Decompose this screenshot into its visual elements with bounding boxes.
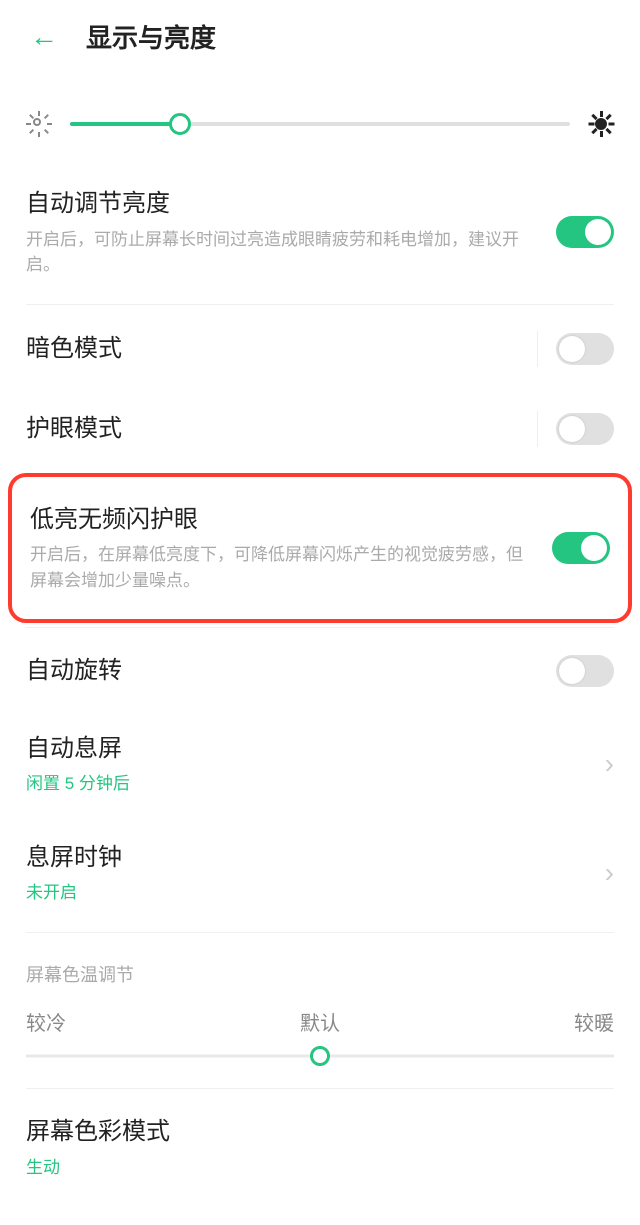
- temp-label-warm: 较暖: [574, 1007, 614, 1036]
- divider: [26, 627, 614, 628]
- back-arrow-icon[interactable]: ←: [30, 23, 58, 51]
- row-title: 屏幕色彩模式: [26, 1115, 614, 1149]
- page-title: 显示与亮度: [86, 18, 216, 55]
- row-auto-lock[interactable]: 自动息屏 闲置 5 分钟后 ›: [0, 710, 640, 819]
- color-temp-slider-wrap: 较冷 默认 较暖: [0, 997, 640, 1084]
- chevron-right-icon: ›: [605, 859, 614, 887]
- brightness-high-icon: [588, 111, 614, 137]
- section-color-temp: 屏幕色温调节: [0, 937, 640, 997]
- brightness-low-icon: [26, 111, 52, 137]
- row-dark-mode[interactable]: 暗色模式: [0, 309, 640, 389]
- row-title: 低亮无频闪护眼: [30, 503, 534, 537]
- divider: [26, 932, 614, 933]
- brightness-slider-row: [0, 73, 640, 165]
- row-title: 息屏时钟: [26, 841, 587, 875]
- brightness-slider[interactable]: [70, 112, 570, 136]
- divider: [26, 1088, 614, 1089]
- row-color-mode[interactable]: 屏幕色彩模式 生动: [0, 1093, 640, 1202]
- row-subtitle: 未开启: [26, 880, 587, 906]
- divider: [26, 304, 614, 305]
- row-subtitle: 闲置 5 分钟后: [26, 771, 587, 797]
- row-title: 自动旋转: [26, 654, 538, 688]
- row-subtitle: 开启后，在屏幕低亮度下，可降低屏幕闪烁产生的视觉疲劳感，但屏幕会增加少量噪点。: [30, 542, 534, 593]
- row-eye-care[interactable]: 护眼模式: [0, 389, 640, 469]
- row-title: 护眼模式: [26, 412, 519, 446]
- row-aod-clock[interactable]: 息屏时钟 未开启 ›: [0, 819, 640, 928]
- row-auto-brightness: 自动调节亮度 开启后，可防止屏幕长时间过亮造成眼睛疲劳和耗电增加，建议开启。: [0, 165, 640, 300]
- color-temp-slider[interactable]: [26, 1044, 614, 1068]
- row-title: 自动调节亮度: [26, 187, 538, 221]
- row-subtitle: 开启后，可防止屏幕长时间过亮造成眼睛疲劳和耗电增加，建议开启。: [26, 227, 538, 278]
- toggle-eye-care[interactable]: [556, 413, 614, 445]
- header: ← 显示与亮度: [0, 0, 640, 73]
- row-title: 自动息屏: [26, 732, 587, 766]
- row-low-flicker: 低亮无频闪护眼 开启后，在屏幕低亮度下，可降低屏幕闪烁产生的视觉疲劳感，但屏幕会…: [12, 481, 628, 616]
- toggle-auto-rotate[interactable]: [556, 655, 614, 687]
- row-title: 暗色模式: [26, 332, 519, 366]
- chevron-right-icon: ›: [605, 750, 614, 778]
- temp-label-cold: 较冷: [26, 1007, 66, 1036]
- toggle-low-flicker[interactable]: [552, 532, 610, 564]
- toggle-auto-brightness[interactable]: [556, 216, 614, 248]
- row-subtitle: 生动: [26, 1155, 614, 1181]
- toggle-dark-mode[interactable]: [556, 333, 614, 365]
- highlight-box: 低亮无频闪护眼 开启后，在屏幕低亮度下，可降低屏幕闪烁产生的视觉疲劳感，但屏幕会…: [8, 473, 632, 624]
- row-auto-rotate: 自动旋转: [0, 632, 640, 710]
- temp-label-default: 默认: [300, 1007, 340, 1036]
